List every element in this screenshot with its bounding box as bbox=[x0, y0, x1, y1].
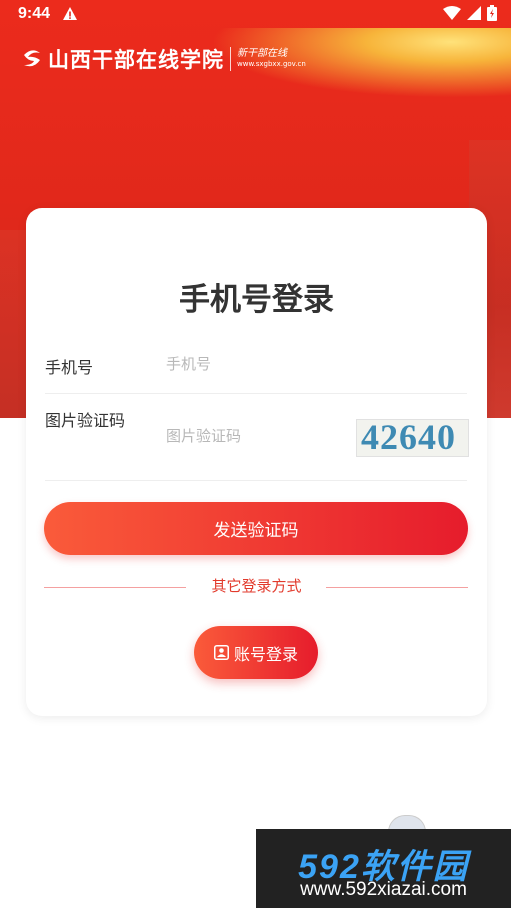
watermark-url: www.592xiazai.com bbox=[300, 879, 467, 900]
warning-icon bbox=[63, 7, 77, 20]
login-card: 手机号登录 手机号 图片验证码 42640 发送验证码 其它登录方式 账号登录 bbox=[26, 208, 487, 716]
college-logo-icon bbox=[24, 50, 40, 67]
captcha-label: 图片验证码 bbox=[45, 411, 126, 430]
account-login-label: 账号登录 bbox=[233, 644, 298, 664]
send-code-button[interactable]: 发送验证码 bbox=[44, 502, 468, 555]
gate-decoration-left bbox=[0, 230, 28, 418]
row-divider bbox=[45, 480, 467, 481]
phone-label: 手机号 bbox=[45, 358, 94, 377]
brand-subtitle: 新干部在线 www.sxgbxx.gov.cn bbox=[237, 48, 306, 70]
captcha-input[interactable] bbox=[164, 426, 348, 446]
page-title: 手机号登录 bbox=[179, 282, 334, 318]
phone-input[interactable] bbox=[164, 354, 348, 374]
brand-name: 山西干部在线学院 bbox=[48, 48, 224, 72]
brand-header: 山西干部在线学院 新干部在线 www.sxgbxx.gov.cn bbox=[20, 44, 306, 74]
captcha-image-text: 42640 bbox=[361, 419, 456, 457]
watermark: 592软件园 www.592xiazai.com bbox=[256, 829, 511, 908]
account-login-button[interactable]: 账号登录 bbox=[194, 626, 318, 679]
wifi-icon bbox=[443, 6, 461, 20]
captcha-image[interactable]: 42640 bbox=[356, 419, 469, 457]
brand-divider bbox=[230, 47, 231, 71]
status-time: 9:44 bbox=[18, 5, 51, 22]
signal-icon bbox=[467, 6, 481, 20]
row-divider bbox=[45, 393, 467, 394]
divider-line-right bbox=[326, 587, 468, 588]
brand-slogan: 新干部在线 bbox=[237, 48, 287, 59]
other-methods-label: 其它登录方式 bbox=[211, 577, 302, 595]
status-bar: 9:44 bbox=[0, 0, 511, 28]
battery-icon bbox=[487, 5, 497, 21]
brand-url: www.sxgbxx.gov.cn bbox=[237, 60, 306, 68]
system-icons bbox=[443, 5, 497, 21]
user-icon bbox=[213, 645, 229, 660]
